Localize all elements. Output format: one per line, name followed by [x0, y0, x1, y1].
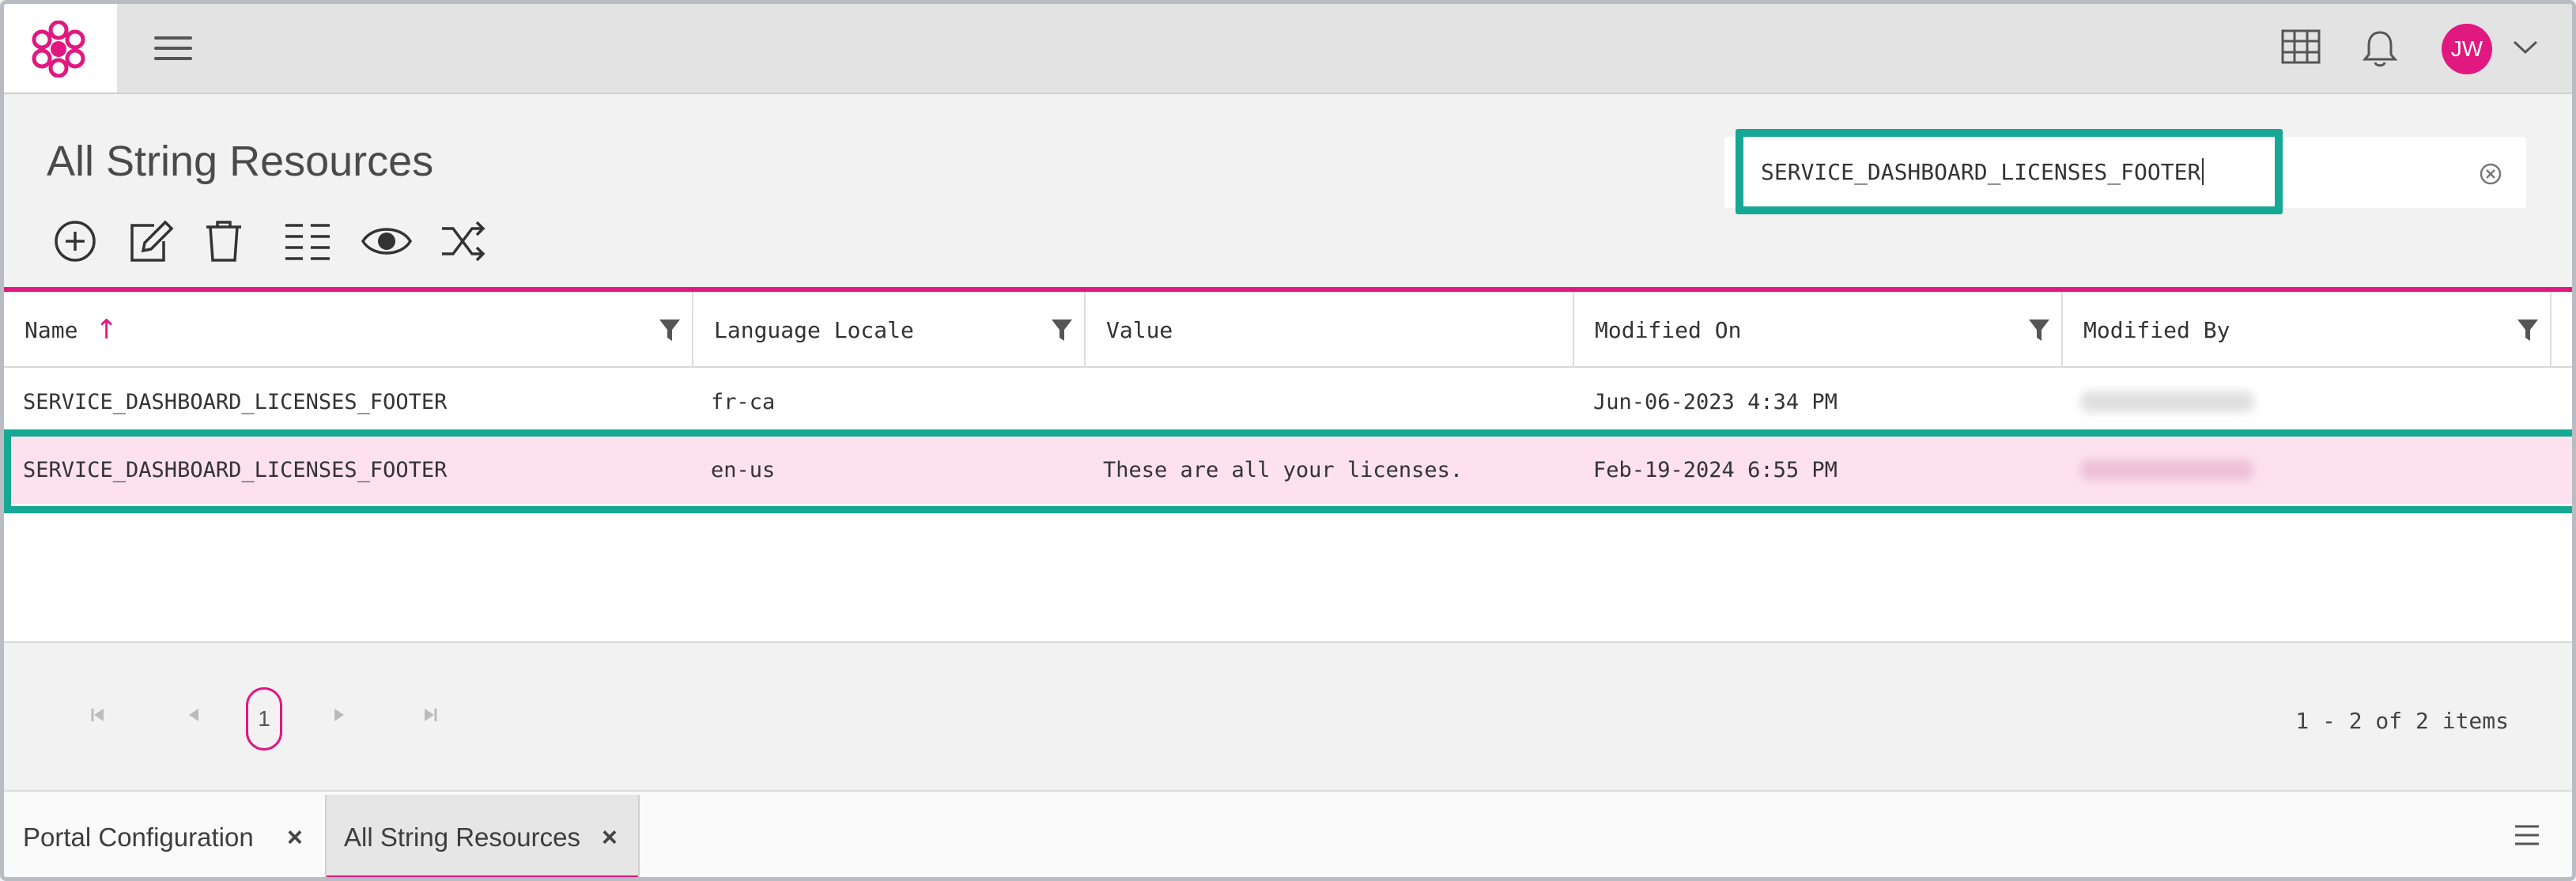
tab-label: All String Resources [344, 822, 580, 852]
close-tab-icon[interactable]: × [602, 822, 618, 853]
data-grid: Name ↑ Language Locale Value Modified On… [4, 292, 2572, 645]
avatar[interactable]: JW [2442, 24, 2492, 74]
page-number-button[interactable]: 1 [246, 687, 282, 751]
pager: 1 1 - 2 of 2 items [4, 643, 2572, 790]
column-header-value[interactable]: Value [1086, 292, 1574, 368]
logo[interactable] [4, 4, 117, 93]
top-bar: JW [4, 4, 2572, 94]
cell-locale: en-us [711, 457, 776, 482]
table-row[interactable]: SERVICE_DASHBOARD_LICENSES_FOOTER fr-ca … [4, 368, 2572, 436]
column-label: Language Locale [714, 316, 914, 343]
filter-icon[interactable] [1051, 319, 1073, 342]
tabs-menu-icon[interactable] [2514, 823, 2540, 847]
hamburger-menu-icon[interactable] [154, 32, 192, 64]
next-page-icon[interactable] [330, 706, 347, 724]
tab-portal-configuration[interactable]: Portal Configuration × [23, 795, 322, 877]
sort-ascending-icon[interactable]: ↑ [95, 314, 118, 346]
search-value: SERVICE_DASHBOARD_LICENSES_FOOTER [1761, 158, 2201, 185]
close-tab-icon[interactable]: × [287, 822, 303, 853]
delete-trash-icon[interactable] [205, 219, 243, 263]
redacted-name [2080, 391, 2254, 412]
chevron-down-icon[interactable] [2512, 39, 2539, 56]
apps-grid-icon[interactable] [2281, 29, 2321, 64]
cell-modified-on: Feb-19-2024 6:55 PM [1593, 457, 1838, 482]
tab-bar: Portal Configuration × All String Resour… [4, 790, 2572, 877]
shuffle-icon[interactable] [440, 219, 488, 263]
column-header-modified-on[interactable]: Modified On [1574, 292, 2063, 368]
cell-modified-on: Jun-06-2023 4:34 PM [1593, 389, 1838, 414]
cell-modified-by [2080, 436, 2254, 504]
filter-icon[interactable] [2028, 319, 2050, 342]
cell-value: These are all your licenses. [1103, 457, 1464, 482]
text-caret [2202, 158, 2204, 185]
notification-bell-icon[interactable] [2363, 29, 2397, 69]
add-circle-icon[interactable] [53, 219, 97, 263]
clear-circle-icon[interactable] [2479, 162, 2502, 186]
first-page-icon[interactable] [89, 706, 107, 724]
tab-label: Portal Configuration [23, 822, 254, 852]
column-label: Value [1106, 316, 1173, 343]
pager-info: 1 - 2 of 2 items [2295, 708, 2509, 734]
filter-icon[interactable] [659, 319, 681, 342]
user-initials: JW [2450, 36, 2483, 61]
last-page-icon[interactable] [421, 706, 439, 724]
edit-icon[interactable] [127, 219, 175, 263]
column-label: Modified On [1595, 316, 1742, 343]
columns-list-icon[interactable] [284, 219, 331, 263]
grid-header: Name ↑ Language Locale Value Modified On… [4, 292, 2572, 368]
column-header-locale[interactable]: Language Locale [693, 292, 1086, 368]
column-header-modified-by[interactable]: Modified By [2063, 292, 2551, 368]
redacted-name [2080, 459, 2254, 480]
cell-name: SERVICE_DASHBOARD_LICENSES_FOOTER [23, 389, 448, 414]
cell-locale: fr-ca [711, 389, 776, 414]
filter-icon[interactable] [2517, 319, 2539, 342]
cell-name: SERVICE_DASHBOARD_LICENSES_FOOTER [23, 457, 448, 482]
column-label: Name [25, 316, 78, 343]
page-title: All String Resources [47, 138, 434, 185]
view-eye-icon[interactable] [361, 219, 412, 263]
app-window: JW All String Resources SERVICE_DASHBOAR… [0, 0, 2576, 881]
table-row-selected[interactable]: SERVICE_DASHBOARD_LICENSES_FOOTER en-us … [4, 436, 2572, 504]
cell-modified-by [2080, 368, 2254, 436]
column-header-name[interactable]: Name ↑ [4, 292, 693, 368]
column-label: Modified By [2083, 316, 2230, 343]
flower-logo-icon [32, 21, 85, 78]
tab-all-string-resources[interactable]: All String Resources × [325, 795, 640, 877]
previous-page-icon[interactable] [186, 706, 203, 724]
search-input[interactable]: SERVICE_DASHBOARD_LICENSES_FOOTER [1736, 129, 2283, 214]
